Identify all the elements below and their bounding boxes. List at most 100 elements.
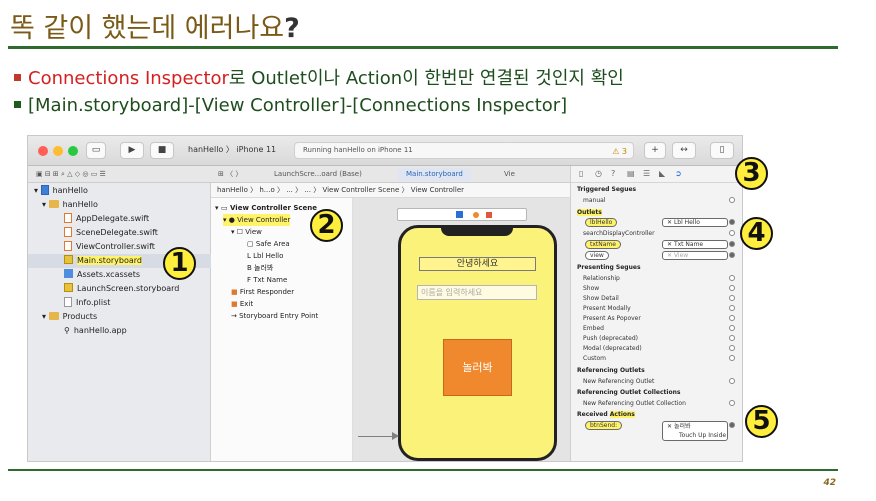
- connect-circle-icon[interactable]: [729, 315, 735, 321]
- scheme-selector[interactable]: hanHello 〉 iPhone 11: [188, 144, 276, 155]
- outline-txt-name[interactable]: F Txt Name: [247, 274, 287, 286]
- connect-circle-icon[interactable]: [729, 335, 735, 341]
- connected-circle-icon[interactable]: [729, 219, 735, 225]
- project-navigator: ▾ hanHello ▾ hanHello AppDelegate.swift …: [28, 183, 211, 461]
- outline-scene[interactable]: ▾ ▭ View Controller Scene: [215, 202, 317, 214]
- segue-row[interactable]: Push (deprecated): [583, 334, 735, 343]
- nav-file[interactable]: AppDelegate.swift: [28, 212, 211, 226]
- connect-circle-icon[interactable]: [729, 378, 735, 384]
- connections-inspector-icon[interactable]: ➲: [675, 169, 682, 178]
- outline-exit[interactable]: ■ Exit: [231, 298, 253, 310]
- new-referencing-collection-row[interactable]: New Referencing Outlet Collection: [583, 399, 735, 408]
- new-referencing-outlet-row[interactable]: New Referencing Outlet: [583, 377, 735, 386]
- editor-nav-icons[interactable]: ⊞ 〈 〉: [218, 168, 242, 181]
- outline-first-responder[interactable]: ■ First Responder: [231, 286, 294, 298]
- connect-circle-icon[interactable]: [729, 285, 735, 291]
- close-window-icon[interactable]: [38, 146, 48, 156]
- slide-title: 똑 같이 했는데 에러나요?: [10, 6, 300, 45]
- phone-view[interactable]: 안녕하세요 이름을 입력하세요 놀러봐: [398, 225, 557, 461]
- nav-product-app[interactable]: ⚲ hanHello.app: [28, 324, 211, 338]
- code-review-button[interactable]: ↔: [672, 142, 696, 159]
- connect-circle-icon[interactable]: [729, 197, 735, 203]
- history-inspector-icon[interactable]: ◷: [595, 169, 602, 178]
- segue-row[interactable]: Present Modally: [583, 304, 735, 313]
- connected-circle-icon[interactable]: [729, 241, 735, 247]
- nav-file[interactable]: LaunchScreen.storyboard: [28, 282, 211, 296]
- outlet-row[interactable]: view ✕ View: [583, 251, 735, 260]
- minimize-window-icon[interactable]: [53, 146, 63, 156]
- file-inspector-icon[interactable]: ▯: [579, 169, 583, 178]
- action-row[interactable]: btnSend: ✕ 놀러봐 Touch Up Inside: [583, 421, 735, 441]
- library-button[interactable]: +: [644, 142, 666, 159]
- help-inspector-icon[interactable]: ?: [611, 169, 615, 178]
- nav-project[interactable]: ▾ hanHello: [28, 184, 211, 198]
- connected-circle-icon[interactable]: [729, 252, 735, 258]
- outlet-target: Lbl Hello: [673, 219, 700, 226]
- warning-indicator[interactable]: ⚠ 3: [612, 144, 627, 159]
- toolbar: ▭ ▶ ■ hanHello 〉 iPhone 11 Running hanHe…: [28, 136, 742, 166]
- storyboard-canvas[interactable]: 안녕하세요 이름을 입력하세요 놀러봐: [353, 198, 570, 461]
- outlet-connection[interactable]: ✕ View: [662, 251, 728, 260]
- outline-safe-area[interactable]: ▢ Safe Area: [247, 238, 290, 250]
- manual-segue-row[interactable]: manual: [583, 196, 735, 205]
- nav-file-label: LaunchScreen.storyboard: [77, 284, 180, 293]
- size-inspector-icon[interactable]: ◣: [659, 169, 665, 178]
- outline-view[interactable]: ▾ ☐ View: [231, 226, 262, 238]
- identity-inspector-icon[interactable]: ▤: [627, 169, 635, 178]
- zoom-window-icon[interactable]: [68, 146, 78, 156]
- scene-dock[interactable]: [397, 208, 527, 221]
- outline-entry-point[interactable]: → Storyboard Entry Point: [231, 310, 318, 322]
- nav-products-group[interactable]: ▾ Products: [28, 310, 211, 324]
- nav-file[interactable]: SceneDelegate.swift: [28, 226, 211, 240]
- nav-group[interactable]: ▾ hanHello: [28, 198, 211, 212]
- connect-circle-icon[interactable]: [729, 400, 735, 406]
- connect-circle-icon[interactable]: [729, 230, 735, 236]
- segue-row[interactable]: Show: [583, 284, 735, 293]
- bullet1-text-b: 이나: [307, 68, 346, 89]
- send-button[interactable]: 놀러봐: [443, 339, 512, 396]
- name-textfield[interactable]: 이름을 입력하세요: [417, 285, 537, 300]
- outlet-target: View: [673, 252, 689, 259]
- outlet-connection[interactable]: ✕ Lbl Hello: [662, 218, 728, 227]
- toggle-navigator-icon[interactable]: ▭: [86, 142, 106, 159]
- segue-row[interactable]: Modal (deprecated): [583, 344, 735, 353]
- outlet-row[interactable]: lblHello ✕ Lbl Hello: [583, 218, 735, 227]
- outlet-connection[interactable]: ✕ Txt Name: [662, 240, 728, 249]
- segue-row[interactable]: Present As Popover: [583, 314, 735, 323]
- hello-label[interactable]: 안녕하세요: [419, 257, 536, 271]
- segue-row[interactable]: Show Detail: [583, 294, 735, 303]
- segue-row[interactable]: Embed: [583, 324, 735, 333]
- nav-file[interactable]: Info.plist: [28, 296, 211, 310]
- outlet-row[interactable]: txtName ✕ Txt Name: [583, 240, 735, 249]
- first-responder-dock-icon[interactable]: [473, 212, 479, 218]
- connect-circle-icon[interactable]: [729, 355, 735, 361]
- nav-icons[interactable]: ▣ ⊟ ⊞ ⌕ △ ◇ ◎ ▭ ☰: [36, 168, 106, 181]
- outlet-row[interactable]: searchDisplayController: [583, 229, 735, 238]
- connect-circle-icon[interactable]: [729, 275, 735, 281]
- segue-row[interactable]: Custom: [583, 354, 735, 363]
- xcode-window: ▭ ▶ ■ hanHello 〉 iPhone 11 Running hanHe…: [27, 135, 743, 462]
- action-connection[interactable]: ✕ 놀러봐 Touch Up Inside: [662, 421, 728, 441]
- outline-view-controller[interactable]: ▾ ● View Controller: [223, 214, 291, 226]
- callout-badge-2: 2: [310, 209, 343, 242]
- connect-circle-icon[interactable]: [729, 325, 735, 331]
- bullet1-outlet: Outlet: [251, 68, 307, 89]
- segue-row[interactable]: Relationship: [583, 274, 735, 283]
- toggle-inspector-icon[interactable]: ▯: [710, 142, 734, 159]
- tab-main-storyboard[interactable]: Main.storyboard: [398, 168, 471, 181]
- referencing-collections-header: Referencing Outlet Collections: [577, 389, 681, 396]
- connect-circle-icon[interactable]: [729, 345, 735, 351]
- stop-button[interactable]: ■: [150, 142, 174, 159]
- outline-lbl-hello[interactable]: L Lbl Hello: [247, 250, 283, 262]
- tab-launchscreen[interactable]: LaunchScre...oard (Base): [274, 168, 362, 181]
- connected-circle-icon[interactable]: [729, 422, 735, 428]
- exit-dock-icon[interactable]: [486, 212, 492, 218]
- outline-button[interactable]: B 놀러봐: [247, 262, 273, 274]
- vc-dock-icon[interactable]: [456, 211, 463, 218]
- attributes-inspector-icon[interactable]: ☰: [643, 169, 650, 178]
- connect-circle-icon[interactable]: [729, 305, 735, 311]
- jump-bar[interactable]: hanHello 〉 h...o 〉 ... 〉 ... 〉 View Cont…: [211, 183, 570, 198]
- connect-circle-icon[interactable]: [729, 295, 735, 301]
- run-button[interactable]: ▶: [120, 142, 144, 159]
- tab-viewcontroller[interactable]: Vie: [504, 168, 515, 181]
